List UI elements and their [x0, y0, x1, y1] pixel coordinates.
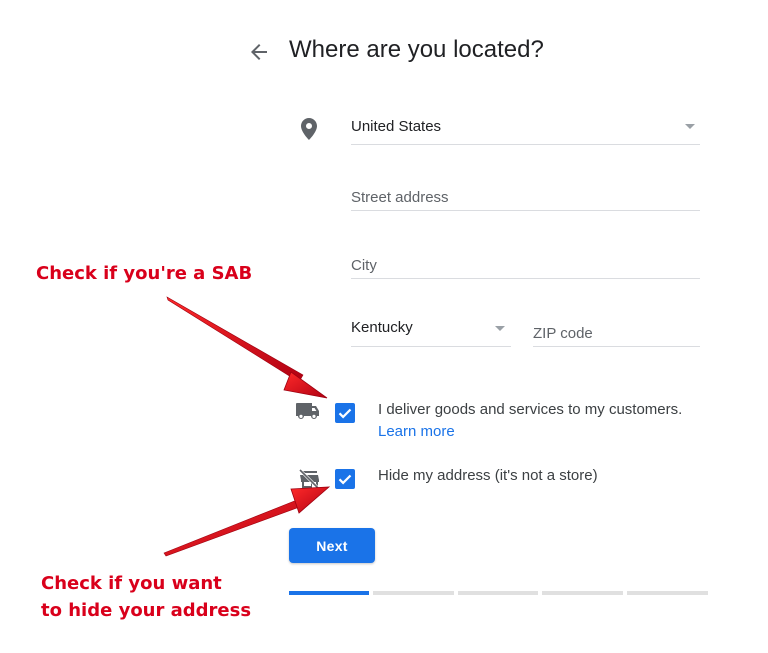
next-button[interactable]: Next — [289, 528, 375, 563]
street-address-input[interactable]: Street address — [351, 178, 700, 211]
store-off-icon — [298, 468, 320, 490]
progress-step-2 — [373, 591, 454, 595]
dropdown-caret-icon — [685, 124, 695, 129]
progress-step-4 — [542, 591, 623, 595]
city-input[interactable]: City — [351, 246, 700, 279]
deliver-label: I deliver goods and services to my custo… — [378, 401, 683, 418]
annotation-sab: Check if you're a SAB — [36, 263, 253, 284]
page-title: Where are you located? — [289, 36, 544, 63]
hide-address-checkbox[interactable] — [335, 469, 355, 489]
annotation-hide-line2: to hide your address — [41, 600, 252, 621]
checkmark-icon — [338, 474, 352, 485]
checkmark-icon — [338, 408, 352, 419]
zip-code-placeholder: ZIP code — [533, 325, 593, 342]
annotation-hide-line1: Check if you want — [41, 573, 222, 594]
state-select[interactable]: Kentucky — [351, 308, 511, 347]
deliver-checkbox[interactable] — [335, 403, 355, 423]
state-value: Kentucky — [351, 319, 413, 336]
back-arrow-icon[interactable] — [247, 40, 271, 64]
progress-step-3 — [458, 591, 538, 595]
city-placeholder: City — [351, 257, 377, 274]
country-select[interactable]: United States — [351, 106, 700, 145]
annotation-arrow-sab — [166, 296, 328, 399]
learn-more-link[interactable]: Learn more — [378, 423, 455, 440]
truck-icon — [296, 403, 319, 419]
progress-step-5 — [627, 591, 708, 595]
street-address-placeholder: Street address — [351, 189, 449, 206]
country-value: United States — [351, 118, 442, 135]
location-pin-icon — [301, 118, 317, 140]
hide-address-label: Hide my address (it's not a store) — [378, 467, 598, 484]
progress-step-1 — [289, 591, 369, 595]
zip-code-input[interactable]: ZIP code — [533, 314, 700, 347]
annotation-hide-address: Check if you want to hide your address — [41, 570, 251, 624]
dropdown-caret-icon — [495, 326, 505, 331]
